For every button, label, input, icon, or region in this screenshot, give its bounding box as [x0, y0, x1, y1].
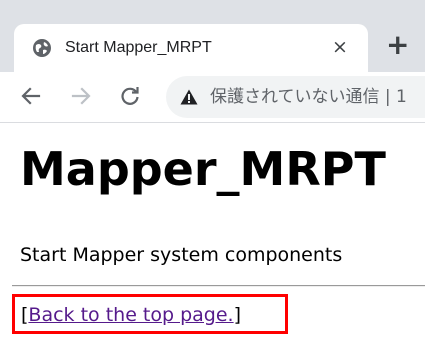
- reload-icon[interactable]: [118, 84, 142, 112]
- horizontal-rule: [12, 285, 425, 287]
- active-tab[interactable]: Start Mapper_MRPT ×: [14, 24, 368, 76]
- address-bar[interactable]: 保護されていない通信 | 1: [166, 76, 425, 118]
- highlight-box: [Back to the top page.]: [12, 294, 288, 334]
- warning-triangle-icon[interactable]: [180, 89, 198, 105]
- close-tab-button[interactable]: ×: [332, 36, 348, 58]
- arrow-right-icon[interactable]: [69, 84, 93, 112]
- back-link-line: [Back to the top page.]: [21, 302, 241, 328]
- page-title: Mapper_MRPT: [20, 142, 386, 196]
- globe-icon: [32, 38, 52, 58]
- page-description: Start Mapper system components: [20, 244, 343, 266]
- close-bracket: ]: [233, 304, 242, 326]
- back-to-top-link[interactable]: Back to the top page.: [28, 304, 233, 326]
- arrow-left-icon[interactable]: [19, 84, 43, 112]
- new-tab-button[interactable]: +: [386, 30, 409, 60]
- page-content: Mapper_MRPT Start Mapper system componen…: [0, 123, 425, 353]
- tab-title: Start Mapper_MRPT: [65, 39, 212, 56]
- browser-window: Start Mapper_MRPT × + 保護されていない通信 | 1 Map…: [0, 0, 425, 353]
- address-text: 保護されていない通信 | 1: [210, 87, 407, 107]
- toolbar: 保護されていない通信 | 1: [0, 72, 425, 122]
